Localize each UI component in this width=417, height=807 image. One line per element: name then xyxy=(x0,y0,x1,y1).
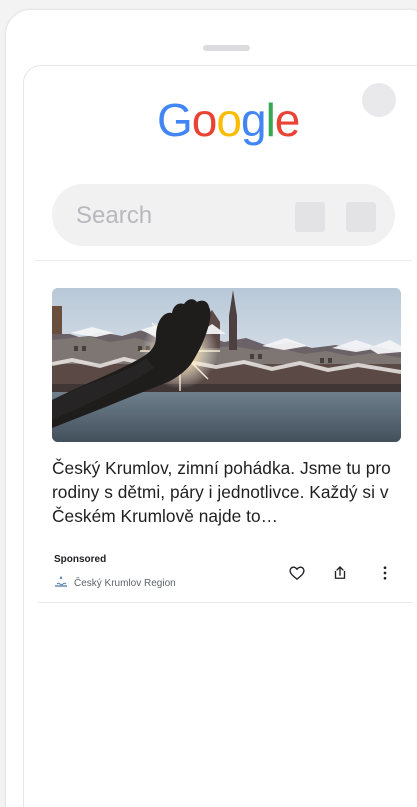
logo-letter-o1: o xyxy=(191,94,218,146)
google-logo: Google xyxy=(157,92,301,148)
ad-image-illustration xyxy=(52,288,401,442)
section-divider xyxy=(34,260,412,261)
phone-speaker xyxy=(203,45,250,51)
more-vertical-icon[interactable] xyxy=(374,562,396,584)
ad-headline[interactable]: Český Krumlov, zimní pohádka. Jsme tu pr… xyxy=(52,456,397,528)
ad-actions xyxy=(286,562,396,590)
advertiser-name: Český Krumlov Region xyxy=(74,577,176,589)
avatar[interactable] xyxy=(362,83,396,117)
app-stage: Google Search Český Krumlov, zimní pohád… xyxy=(0,0,417,807)
logo-letter-g2: g xyxy=(240,94,267,146)
advertiser-row[interactable]: Český Krumlov Region xyxy=(54,575,176,590)
section-divider xyxy=(38,602,413,603)
logo-letter-o2: o xyxy=(216,94,242,146)
phone-screen: Google Search Český Krumlov, zimní pohád… xyxy=(23,65,417,807)
sponsored-label: Sponsored xyxy=(54,554,107,565)
advertiser-logo-icon xyxy=(54,575,68,590)
search-bar[interactable]: Search xyxy=(52,184,395,246)
logo-letter-e: e xyxy=(274,94,301,146)
logo-letter-g: G xyxy=(157,94,193,146)
search-tool-button[interactable] xyxy=(346,202,376,232)
logo-letter-l: l xyxy=(265,94,276,146)
search-placeholder: Search xyxy=(76,202,153,229)
ad-image[interactable] xyxy=(52,288,401,442)
share-icon[interactable] xyxy=(329,562,351,584)
search-tool-button[interactable] xyxy=(295,202,325,232)
phone-frame: Google Search Český Krumlov, zimní pohád… xyxy=(5,9,417,807)
heart-icon[interactable] xyxy=(286,562,308,584)
